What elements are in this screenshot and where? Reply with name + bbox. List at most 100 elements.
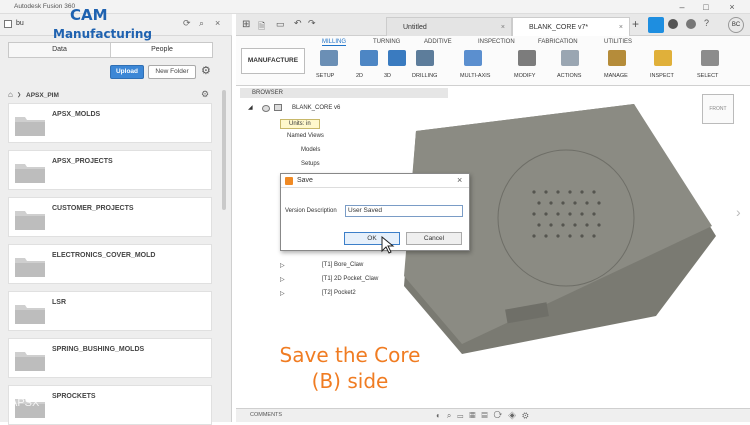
ribbon-group-label[interactable]: MULTI-AXIS: [460, 73, 490, 79]
chevron-down-icon[interactable]: ◢: [248, 104, 253, 111]
chevron-right-icon[interactable]: ▷: [280, 290, 285, 297]
file-icon[interactable]: 🗎: [258, 19, 265, 35]
eye-icon[interactable]: [262, 105, 270, 112]
maximize-button[interactable]: □: [696, 1, 716, 13]
close-panel-icon[interactable]: ×: [215, 18, 220, 28]
folder-item[interactable]: CUSTOMER_PROJECTS: [8, 197, 212, 237]
browser-item-setups[interactable]: Setups: [301, 161, 320, 167]
ribbon-tool-icon[interactable]: [701, 50, 719, 66]
ribbon-tool-icon[interactable]: [360, 50, 378, 66]
folder-name: ELECTRONICS_COVER_MOLD: [52, 252, 156, 259]
ribbon-group-label[interactable]: SETUP: [316, 73, 334, 79]
drill-hole: [597, 223, 601, 227]
close-window-button[interactable]: ×: [722, 1, 742, 13]
avatar[interactable]: BC: [728, 17, 744, 33]
browser-item-named-views[interactable]: Named Views: [287, 133, 324, 139]
version-description-label: Version Description: [285, 208, 337, 214]
ribbon-group-label[interactable]: DRILLING: [412, 73, 437, 79]
folder-icon: [15, 258, 45, 277]
navigation-toolbar[interactable]: ◐⌕▭▦▤⟳◈⚙: [436, 409, 535, 422]
chevron-right-icon[interactable]: ›: [736, 204, 741, 220]
folder-item[interactable]: SPRING_BUSHING_MOLDS: [8, 338, 212, 378]
folder-item[interactable]: APSX_MOLDS: [8, 103, 212, 143]
ribbon-tab[interactable]: UTILITIES: [604, 39, 632, 45]
help-icon[interactable]: ?: [704, 18, 709, 28]
tab-data[interactable]: Data: [9, 43, 111, 57]
save-icon[interactable]: ▭: [276, 19, 285, 30]
drill-hole: [549, 201, 553, 205]
search-input[interactable]: bu: [16, 20, 24, 27]
browser-item-units[interactable]: Units: in: [280, 119, 320, 129]
doc-tab-blank-core[interactable]: BLANK_CORE v7* ×: [512, 17, 630, 36]
refresh-icon[interactable]: ⟳: [183, 18, 191, 29]
ribbon-tool-icon[interactable]: [654, 50, 672, 66]
ribbon-tool-icon[interactable]: [416, 50, 434, 66]
ribbon-group-label[interactable]: 2D: [356, 73, 363, 79]
minimize-button[interactable]: –: [672, 1, 692, 13]
browser-item-2d-pocket-claw[interactable]: [T1] 2D Pocket_Claw: [322, 276, 378, 282]
ribbon-group-label[interactable]: 3D: [384, 73, 391, 79]
app-grid-icon[interactable]: ⊞: [242, 19, 250, 30]
new-folder-button[interactable]: New Folder: [148, 65, 196, 79]
clock-icon[interactable]: [686, 19, 696, 29]
fusion-icon: [285, 177, 293, 185]
doc-tab-untitled[interactable]: Untitled ×: [386, 17, 512, 36]
ribbon-group-label[interactable]: MODIFY: [514, 73, 535, 79]
close-icon[interactable]: ×: [619, 18, 623, 37]
job-status-icon[interactable]: [648, 17, 664, 33]
drill-hole: [568, 212, 572, 216]
chevron-right-icon[interactable]: ▷: [280, 276, 285, 283]
ribbon-group-label[interactable]: MANAGE: [604, 73, 628, 79]
ribbon-tab[interactable]: ADDITIVE: [424, 39, 452, 45]
browser-item-models[interactable]: Models: [301, 147, 320, 153]
folder-item[interactable]: ELECTRONICS_COVER_MOLD: [8, 244, 212, 284]
scrollbar[interactable]: [222, 90, 226, 210]
close-icon[interactable]: ×: [457, 175, 462, 185]
drill-hole: [537, 201, 541, 205]
ribbon-group-label[interactable]: ACTIONS: [557, 73, 581, 79]
drill-hole: [561, 223, 565, 227]
ribbon-tool-icon[interactable]: [561, 50, 579, 66]
folder-name: CUSTOMER_PROJECTS: [52, 205, 134, 212]
close-icon[interactable]: ×: [501, 18, 505, 37]
redo-icon[interactable]: ↷: [308, 18, 316, 29]
cancel-button[interactable]: Cancel: [406, 232, 462, 245]
ribbon-tool-icon[interactable]: [388, 50, 406, 66]
comments-bar[interactable]: COMMENTS ◐⌕▭▦▤⟳◈⚙: [236, 408, 750, 422]
chevron-right-icon: ❯: [17, 92, 22, 98]
new-tab-icon[interactable]: +: [632, 17, 639, 31]
ribbon-group-label[interactable]: INSPECT: [650, 73, 674, 79]
drill-hole: [568, 234, 572, 238]
browser-header[interactable]: BROWSER: [240, 88, 448, 98]
undo-icon[interactable]: ↶: [294, 18, 302, 29]
notifications-icon[interactable]: [668, 19, 678, 29]
ribbon-tool-icon[interactable]: [320, 50, 338, 66]
ribbon-tab[interactable]: MILLING: [322, 39, 347, 46]
folder-item[interactable]: LSR: [8, 291, 212, 331]
search-icon[interactable]: ⌕: [199, 18, 204, 29]
browser-root[interactable]: BLANK_CORE v6: [292, 105, 340, 111]
chevron-right-icon[interactable]: ▷: [280, 262, 285, 269]
ribbon-tab[interactable]: INSPECTION: [478, 39, 515, 45]
viewcube[interactable]: FRONT: [702, 94, 734, 124]
version-description-input[interactable]: User Saved: [345, 205, 463, 217]
ribbon-tool-icon[interactable]: [464, 50, 482, 66]
drill-hole: [592, 234, 596, 238]
project-breadcrumb[interactable]: APSX_PIM: [26, 92, 59, 99]
ribbon-tab[interactable]: FABRICATION: [538, 39, 578, 45]
grid-icon[interactable]: [4, 20, 12, 28]
workspace-switcher[interactable]: MANUFACTURE: [241, 48, 305, 74]
home-icon[interactable]: ⌂: [8, 90, 13, 99]
ribbon-tab[interactable]: TURNING: [373, 39, 400, 45]
folder-item[interactable]: APSX_PROJECTS: [8, 150, 212, 190]
upload-button[interactable]: Upload: [110, 65, 144, 79]
ribbon-group-label[interactable]: SELECT: [697, 73, 718, 79]
ribbon-tool-icon[interactable]: [608, 50, 626, 66]
tab-people[interactable]: People: [112, 43, 212, 57]
project-settings-icon[interactable]: ⚙: [201, 89, 209, 100]
browser-item-pocket2[interactable]: [T2] Pocket2: [322, 290, 356, 296]
drill-hole: [573, 223, 577, 227]
settings-gear-icon[interactable]: ⚙: [201, 64, 211, 77]
browser-item-bore-claw[interactable]: [T1] Bore_Claw: [322, 262, 363, 268]
ribbon-tool-icon[interactable]: [518, 50, 536, 66]
